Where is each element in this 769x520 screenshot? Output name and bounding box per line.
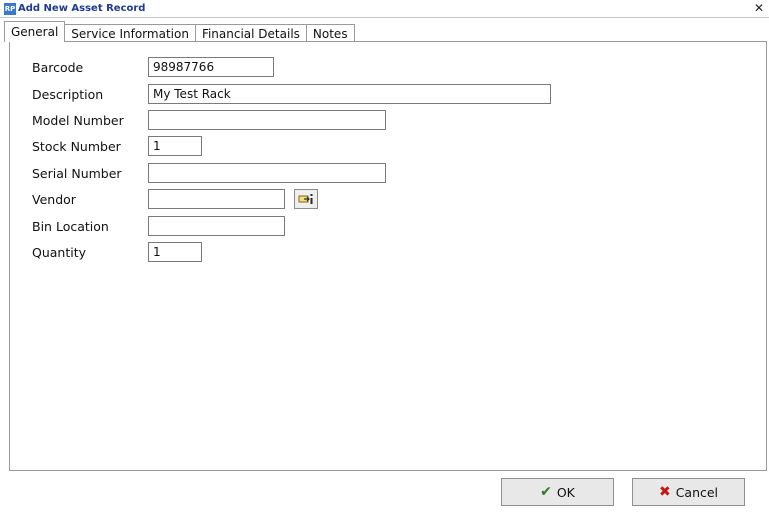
barcode-input[interactable]: 98987766 bbox=[148, 57, 274, 77]
bin-location-label: Bin Location bbox=[32, 218, 109, 234]
serial-number-input[interactable] bbox=[148, 163, 386, 183]
description-input[interactable]: My Test Rack bbox=[148, 84, 551, 104]
general-tab-panel: Barcode 98987766 Description My Test Rac… bbox=[9, 41, 767, 471]
close-icon: ✕ bbox=[753, 1, 765, 15]
serial-number-label: Serial Number bbox=[32, 165, 122, 181]
close-button[interactable]: ✕ bbox=[752, 1, 766, 15]
serial-number-row: Serial Number bbox=[32, 162, 386, 184]
lookup-icon bbox=[298, 194, 313, 204]
tab-notes[interactable]: Notes bbox=[306, 24, 355, 42]
barcode-label: Barcode bbox=[32, 59, 84, 75]
ok-label: OK bbox=[556, 484, 575, 500]
vendor-input[interactable] bbox=[148, 189, 285, 209]
ok-button[interactable]: ✔ OK bbox=[501, 478, 614, 506]
title-bar: RP Add New Asset Record ✕ bbox=[0, 0, 769, 18]
quantity-label: Quantity bbox=[32, 244, 87, 260]
vendor-label: Vendor bbox=[32, 191, 76, 207]
stock-number-input[interactable]: 1 bbox=[148, 136, 202, 156]
quantity-row: Quantity 1 bbox=[32, 241, 202, 263]
cancel-button[interactable]: ✖ Cancel bbox=[632, 478, 745, 506]
window-title: Add New Asset Record bbox=[18, 3, 146, 14]
x-icon: ✖ bbox=[658, 484, 671, 500]
tab-strip: General Service Information Financial De… bbox=[4, 21, 355, 42]
stock-number-row: Stock Number 1 bbox=[32, 135, 202, 157]
tab-financial-details[interactable]: Financial Details bbox=[195, 24, 307, 42]
bin-location-row: Bin Location bbox=[32, 215, 285, 237]
vendor-row: Vendor bbox=[32, 188, 318, 210]
bin-location-input[interactable] bbox=[148, 216, 285, 236]
stock-number-label: Stock Number bbox=[32, 138, 121, 154]
barcode-row: Barcode 98987766 bbox=[32, 56, 274, 78]
quantity-input[interactable]: 1 bbox=[148, 242, 202, 262]
vendor-lookup-button[interactable] bbox=[294, 189, 318, 209]
model-number-label: Model Number bbox=[32, 112, 124, 128]
tab-service-information[interactable]: Service Information bbox=[65, 24, 196, 42]
description-row: Description My Test Rack bbox=[32, 83, 551, 105]
model-number-input[interactable] bbox=[148, 110, 386, 130]
tab-general[interactable]: General bbox=[4, 21, 66, 42]
model-number-row: Model Number bbox=[32, 109, 386, 131]
checkmark-icon: ✔ bbox=[540, 484, 552, 500]
app-icon: RP bbox=[4, 3, 16, 15]
description-label: Description bbox=[32, 86, 104, 102]
cancel-label: Cancel bbox=[675, 484, 719, 500]
add-asset-dialog: RP Add New Asset Record ✕ General Servic… bbox=[0, 0, 769, 520]
